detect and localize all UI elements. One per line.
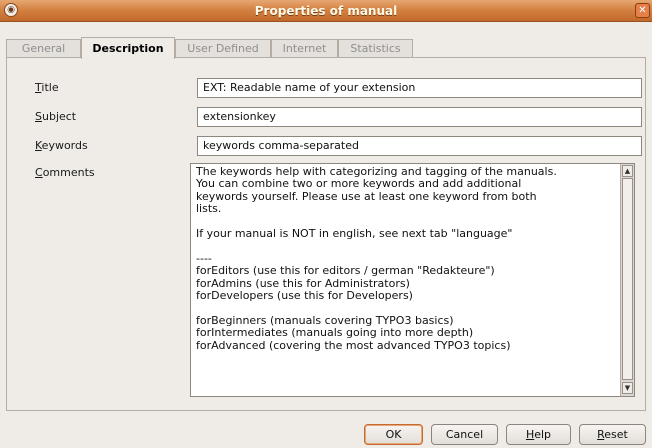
title-label: Title [35, 81, 59, 94]
title-bar[interactable]: ◉ Properties of manual ✕ [0, 0, 652, 22]
keywords-field[interactable]: keywords comma-separated [197, 136, 642, 156]
comments-scrollbar[interactable]: ▲ ▼ [620, 164, 634, 396]
title-field[interactable]: EXT: Readable name of your extension [197, 78, 642, 98]
scroll-down-arrow-icon[interactable]: ▼ [622, 382, 633, 394]
comments-textarea[interactable]: The keywords help with categorizing and … [190, 163, 635, 397]
close-button[interactable]: ✕ [635, 3, 650, 18]
tab-description[interactable]: Description [81, 37, 175, 59]
tab-general[interactable]: General [6, 39, 81, 58]
close-icon: ✕ [638, 5, 647, 16]
cancel-button[interactable]: Cancel [431, 424, 498, 445]
scroll-thumb[interactable] [622, 178, 633, 380]
subject-field[interactable]: extensionkey [197, 107, 642, 127]
keywords-label: Keywords [35, 139, 88, 152]
help-button[interactable]: Help [506, 424, 571, 445]
comments-text[interactable]: The keywords help with categorizing and … [196, 165, 616, 352]
comments-label: Comments [35, 166, 95, 179]
tab-user-defined[interactable]: User Defined [175, 39, 271, 58]
ok-button[interactable]: OK [364, 424, 423, 445]
subject-label: Subject [35, 110, 77, 123]
tab-statistics[interactable]: Statistics [338, 39, 413, 58]
window-title: Properties of manual [254, 4, 398, 18]
scroll-up-arrow-icon[interactable]: ▲ [622, 165, 633, 177]
reset-button[interactable]: Reset [579, 424, 646, 445]
tab-internet[interactable]: Internet [271, 39, 338, 58]
